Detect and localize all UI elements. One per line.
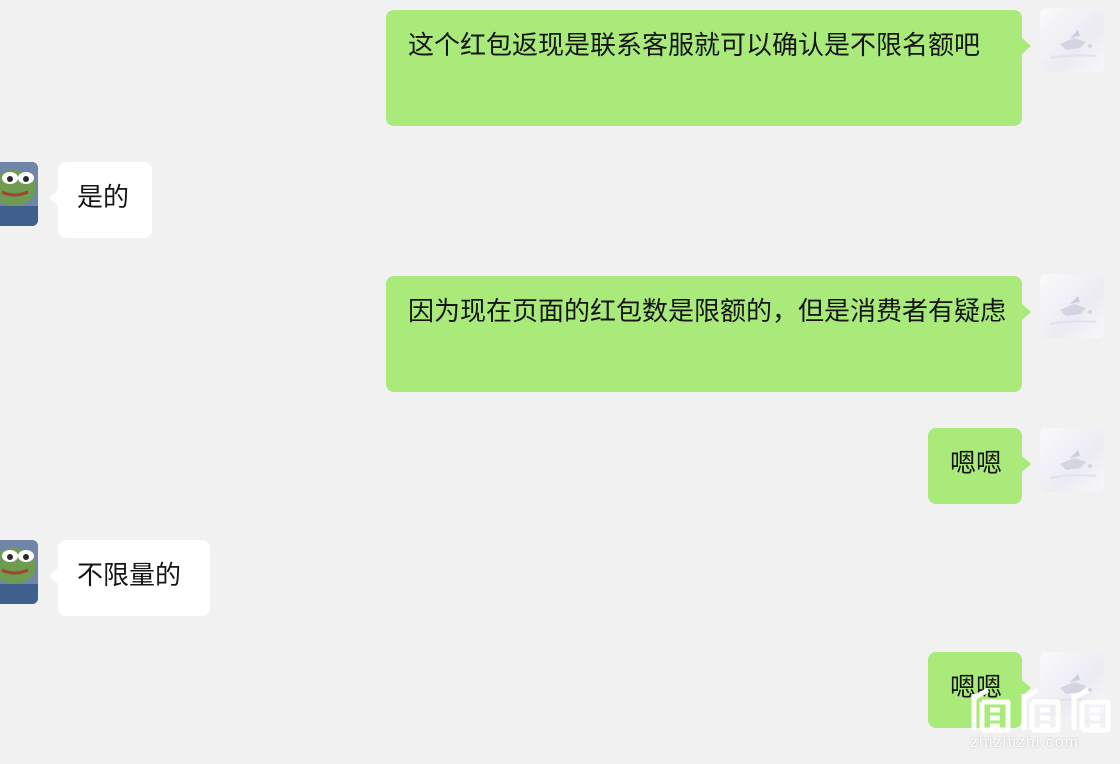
avatar-image-icon: [1049, 450, 1097, 479]
self-avatar[interactable]: [1040, 8, 1104, 72]
bubble-tail: [1022, 304, 1031, 320]
message-text: 因为现在页面的红包数是限额的，但是消费者有疑虑: [408, 297, 1007, 327]
received-message-bubble[interactable]: 不限量的: [58, 540, 210, 616]
sent-message-bubble[interactable]: 嗯嗯: [928, 428, 1022, 504]
zhizhizhi-logo-icon: [971, 687, 1111, 733]
message-text: 嗯嗯: [950, 449, 1003, 479]
contact-avatar[interactable]: [0, 540, 38, 604]
sent-message-bubble[interactable]: 因为现在页面的红包数是限额的，但是消费者有疑虑: [386, 276, 1022, 392]
self-avatar[interactable]: [1040, 274, 1104, 338]
received-message-bubble[interactable]: 是的: [58, 162, 152, 238]
message-text: 是的: [77, 183, 130, 213]
bubble-tail: [49, 190, 58, 206]
self-avatar[interactable]: [1040, 428, 1104, 492]
watermark-text: zhizhizhi.com: [970, 734, 1080, 751]
avatar-image-icon: [1049, 296, 1097, 325]
chat-message-list: 这个红包返现是联系客服就可以确认是不限名额吧 是的 因为现在页面的红包数是限额的…: [0, 0, 1120, 764]
sent-message-bubble[interactable]: 这个红包返现是联系客服就可以确认是不限名额吧: [386, 10, 1022, 126]
bubble-tail: [1022, 38, 1031, 54]
avatar-image-icon: [1049, 30, 1097, 59]
watermark: zhizhizhi.com: [968, 686, 1118, 760]
contact-avatar[interactable]: [0, 162, 38, 226]
message-text: 这个红包返现是联系客服就可以确认是不限名额吧: [408, 31, 981, 61]
bubble-tail: [49, 568, 58, 584]
message-text: 不限量的: [77, 561, 182, 591]
bubble-tail: [1022, 456, 1031, 472]
frog-avatar-icon: [0, 162, 38, 226]
frog-avatar-icon: [0, 540, 38, 604]
